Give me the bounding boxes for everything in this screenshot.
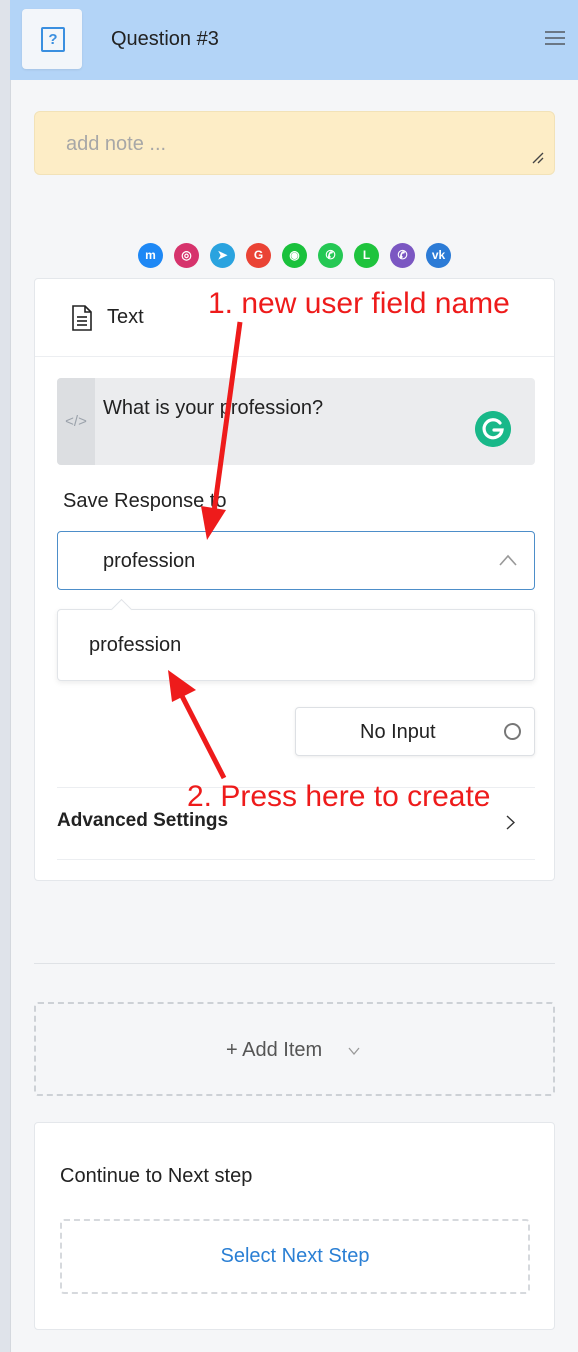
section-divider xyxy=(34,963,555,964)
question-mark-icon: ? xyxy=(41,27,65,52)
add-item-label: + Add Item xyxy=(226,1039,323,1061)
no-input-label: No Input xyxy=(360,721,436,743)
question-header: ? Question #3 xyxy=(10,0,578,80)
document-icon xyxy=(72,305,92,331)
note-field[interactable]: add note ... xyxy=(34,111,555,175)
next-step-card: Continue to Next step Select Next Step xyxy=(34,1122,555,1330)
dropdown-option-create[interactable]: profession xyxy=(89,634,181,657)
save-response-select[interactable]: profession xyxy=(57,531,535,590)
note-placeholder: add note ... xyxy=(66,133,167,155)
annotation-step-one: 1. new user field name xyxy=(208,287,510,320)
left-edge-strip xyxy=(0,0,11,1352)
add-item-button[interactable]: + Add Item xyxy=(34,1002,555,1096)
question-text: What is your profession? xyxy=(103,397,324,419)
radio-icon[interactable] xyxy=(504,723,521,740)
question-title: Question #3 xyxy=(111,28,219,50)
select-dropdown: profession xyxy=(57,598,535,681)
annotation-step-two: 2. Press here to create xyxy=(187,780,491,813)
resize-handle-icon[interactable] xyxy=(532,152,544,164)
code-icon[interactable]: </> xyxy=(57,378,95,465)
chevron-down-icon xyxy=(348,1047,360,1055)
chevron-right-icon[interactable] xyxy=(506,815,515,830)
divider xyxy=(35,356,554,357)
block-type-label: Text xyxy=(107,306,144,328)
next-step-title: Continue to Next step xyxy=(60,1165,253,1187)
dropdown-caret xyxy=(110,598,133,621)
line-icon[interactable]: L xyxy=(354,243,379,268)
whatsapp-icon[interactable]: ✆ xyxy=(318,243,343,268)
select-next-step-label: Select Next Step xyxy=(220,1245,370,1267)
instagram-icon[interactable]: ◎ xyxy=(174,243,199,268)
vk-icon[interactable]: vk xyxy=(426,243,451,268)
telegram-icon[interactable]: ➤ xyxy=(210,243,235,268)
messenger-icon[interactable]: m xyxy=(138,243,163,268)
viber-icon[interactable]: ✆ xyxy=(390,243,415,268)
save-response-label: Save Response to xyxy=(63,490,227,512)
google-icon[interactable]: G xyxy=(246,243,271,268)
grammarly-icon[interactable] xyxy=(475,411,511,447)
question-text-input[interactable]: </> What is your profession? xyxy=(57,378,535,465)
wechat-icon[interactable]: ◉ xyxy=(282,243,307,268)
chevron-up-icon[interactable] xyxy=(499,554,517,566)
question-type-icon[interactable]: ? xyxy=(22,9,82,69)
menu-icon[interactable] xyxy=(545,31,565,49)
select-value: profession xyxy=(103,550,196,572)
divider xyxy=(57,859,535,860)
select-next-step-button[interactable]: Select Next Step xyxy=(60,1219,530,1294)
no-input-toggle[interactable]: No Input xyxy=(295,707,535,756)
